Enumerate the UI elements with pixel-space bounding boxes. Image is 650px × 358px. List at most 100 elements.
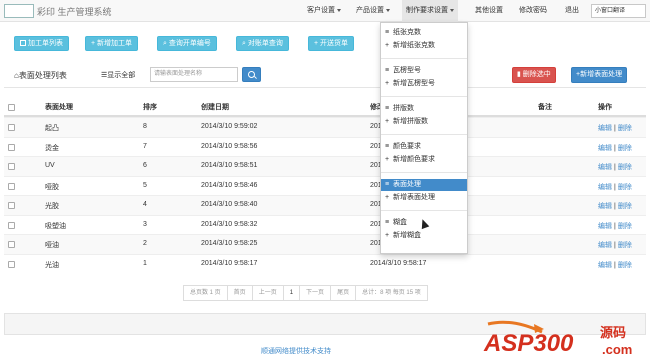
edit-link[interactable]: 编辑 [598,223,612,230]
dropdown-item-add[interactable]: + 新增纸张克数 [381,40,467,52]
dropdown-item-add[interactable]: + 新增糊盒 [381,230,467,242]
row-checkbox[interactable] [8,260,15,268]
dropdown-item-list[interactable]: ≡ 纸张克数 [381,27,467,39]
list-icon: ≡ [385,181,390,188]
row-checkbox[interactable] [8,241,15,248]
edit-link[interactable]: 编辑 [598,262,612,269]
nav-production-settings[interactable]: 制作要求设置 [402,0,458,22]
row-actions: 编辑 | 删除 [598,143,632,153]
dropdown-item-list[interactable]: ≡ 颜色要求 [381,141,467,153]
row-checkbox[interactable] [8,182,15,190]
nav-product-settings[interactable]: 产品设置 [352,0,394,22]
plus-icon: + [385,80,390,87]
cell-sort: 8 [143,123,147,130]
delete-link[interactable]: 删除 [618,203,632,210]
logo [4,4,34,18]
row-actions: 编辑 | 删除 [598,221,632,231]
dropdown-item-list[interactable]: ≡ 瓦楞型号 [381,65,467,77]
action-separator: | [614,242,616,249]
delete-selected-button[interactable]: ▮ 删除选中 [512,67,556,83]
delete-link[interactable]: 删除 [618,184,632,191]
nav-other-settings[interactable]: 其他设置 [471,0,507,22]
cell-sort: 2 [143,240,147,247]
panel-title-text: 表面处理列表 [18,71,67,80]
cell-name: 烫金 [45,144,59,152]
nav-label: 客户设置 [307,7,335,14]
nav-label: 其他设置 [475,7,503,14]
first-page-link[interactable]: 首页 [226,285,253,301]
row-checkbox[interactable] [8,221,15,229]
cell-created: 2014/3/10 9:58:25 [201,240,258,247]
search-input[interactable]: 请输表面处理名称 [150,67,238,82]
dropdown-divider [381,96,467,97]
edit-link[interactable]: 编辑 [598,164,612,171]
edit-link[interactable]: 编辑 [598,125,612,132]
delete-link[interactable]: 删除 [618,262,632,269]
row-checkbox[interactable] [8,143,15,151]
nav-change-password[interactable]: 修改密码 [515,0,551,22]
prev-page-link[interactable]: 上一页 [251,285,284,301]
edit-link[interactable]: 编辑 [598,184,612,191]
column-header: 表面处理 [45,104,73,111]
list-icon [20,40,26,46]
action-separator: | [614,183,616,191]
panel-heading: ⌂表面处理列表 ☰显示全部 请输表面处理名称 ▮ 删除选中 +新增表面处理 [4,62,646,88]
search-button[interactable] [242,67,261,82]
row-checkbox[interactable] [8,202,15,209]
add-surface-treatment-button[interactable]: +新增表面处理 [571,67,628,83]
dropdown-item-label: 糊盒 [393,219,407,226]
edit-link[interactable]: 编辑 [598,242,612,249]
plus-icon: + [385,118,390,125]
cell-sort: 3 [143,220,147,228]
dropdown-item-add[interactable]: + 新增拼版数 [381,116,467,128]
dropdown-item-list[interactable]: ≡ 拼版数 [381,103,467,115]
dropdown-item-add[interactable]: + 新增颜色要求 [381,154,467,166]
action-separator: | [614,261,616,269]
tooltip-label: 小窗口翻译 [595,8,626,14]
dropdown-item-label: 新增表面处理 [393,194,435,201]
button-label: 新增表面处理 [580,71,623,78]
translate-tooltip[interactable]: 小窗口翻译 [591,4,646,18]
plus-icon: + [385,194,390,201]
query-order-number-button[interactable]: ⌕ 查询开单编号 [157,36,217,51]
cell-sort: 4 [143,201,147,208]
delete-link[interactable]: 删除 [618,164,632,171]
list-icon: ≡ [385,219,390,226]
dropdown-divider [381,172,467,173]
delete-link[interactable]: 删除 [618,145,632,152]
nav-customer-settings[interactable]: 客户设置 [303,0,345,22]
order-list-button[interactable]: 加工单列表 [14,36,69,51]
row-checkbox[interactable] [8,163,15,170]
edit-link[interactable]: 编辑 [598,203,612,210]
search-placeholder: 请输表面处理名称 [154,71,203,77]
cell-sort: 6 [143,162,147,169]
last-page-link[interactable]: 尾页 [330,285,357,301]
dropdown-item-add[interactable]: + 新增表面处理 [381,192,467,204]
column-header: 操作 [598,104,612,111]
nav-label: 退出 [565,7,579,14]
nav-logout[interactable]: 退出 [561,0,583,22]
row-checkbox[interactable] [8,124,15,131]
dropdown-item-add[interactable]: + 新增瓦楞型号 [381,78,467,90]
column-header: 创建日期 [201,104,229,111]
edit-link[interactable]: 编辑 [598,145,612,152]
watermark-suffix: 源码 [600,325,626,340]
row-actions: 编辑 | 删除 [598,260,632,270]
page-number[interactable]: 1 [282,285,301,301]
brand[interactable]: 彩印 生产管理系统 [4,3,112,19]
button-label: 加工单列表 [28,40,63,47]
delete-link[interactable]: 删除 [618,242,632,249]
select-all-checkbox[interactable] [8,104,15,111]
next-page-link[interactable]: 下一页 [299,285,332,301]
row-actions: 编辑 | 删除 [598,182,632,192]
dropdown-item-list[interactable]: ≡ 表面处理 [381,179,467,191]
delete-link[interactable]: 删除 [618,223,632,230]
new-order-button[interactable]: + 新增加工单 [85,36,139,51]
delete-link[interactable]: 删除 [618,125,632,132]
list-icon: ≡ [385,67,390,74]
delivery-note-button[interactable]: + 开送货单 [308,36,355,51]
show-all-link[interactable]: ☰显示全部 [101,70,135,80]
statement-query-button[interactable]: ⌕ 对账单查询 [236,36,289,51]
credit-link[interactable]: 顺通网络提供技术支持 [261,346,331,356]
column-header: 备注 [538,104,552,111]
